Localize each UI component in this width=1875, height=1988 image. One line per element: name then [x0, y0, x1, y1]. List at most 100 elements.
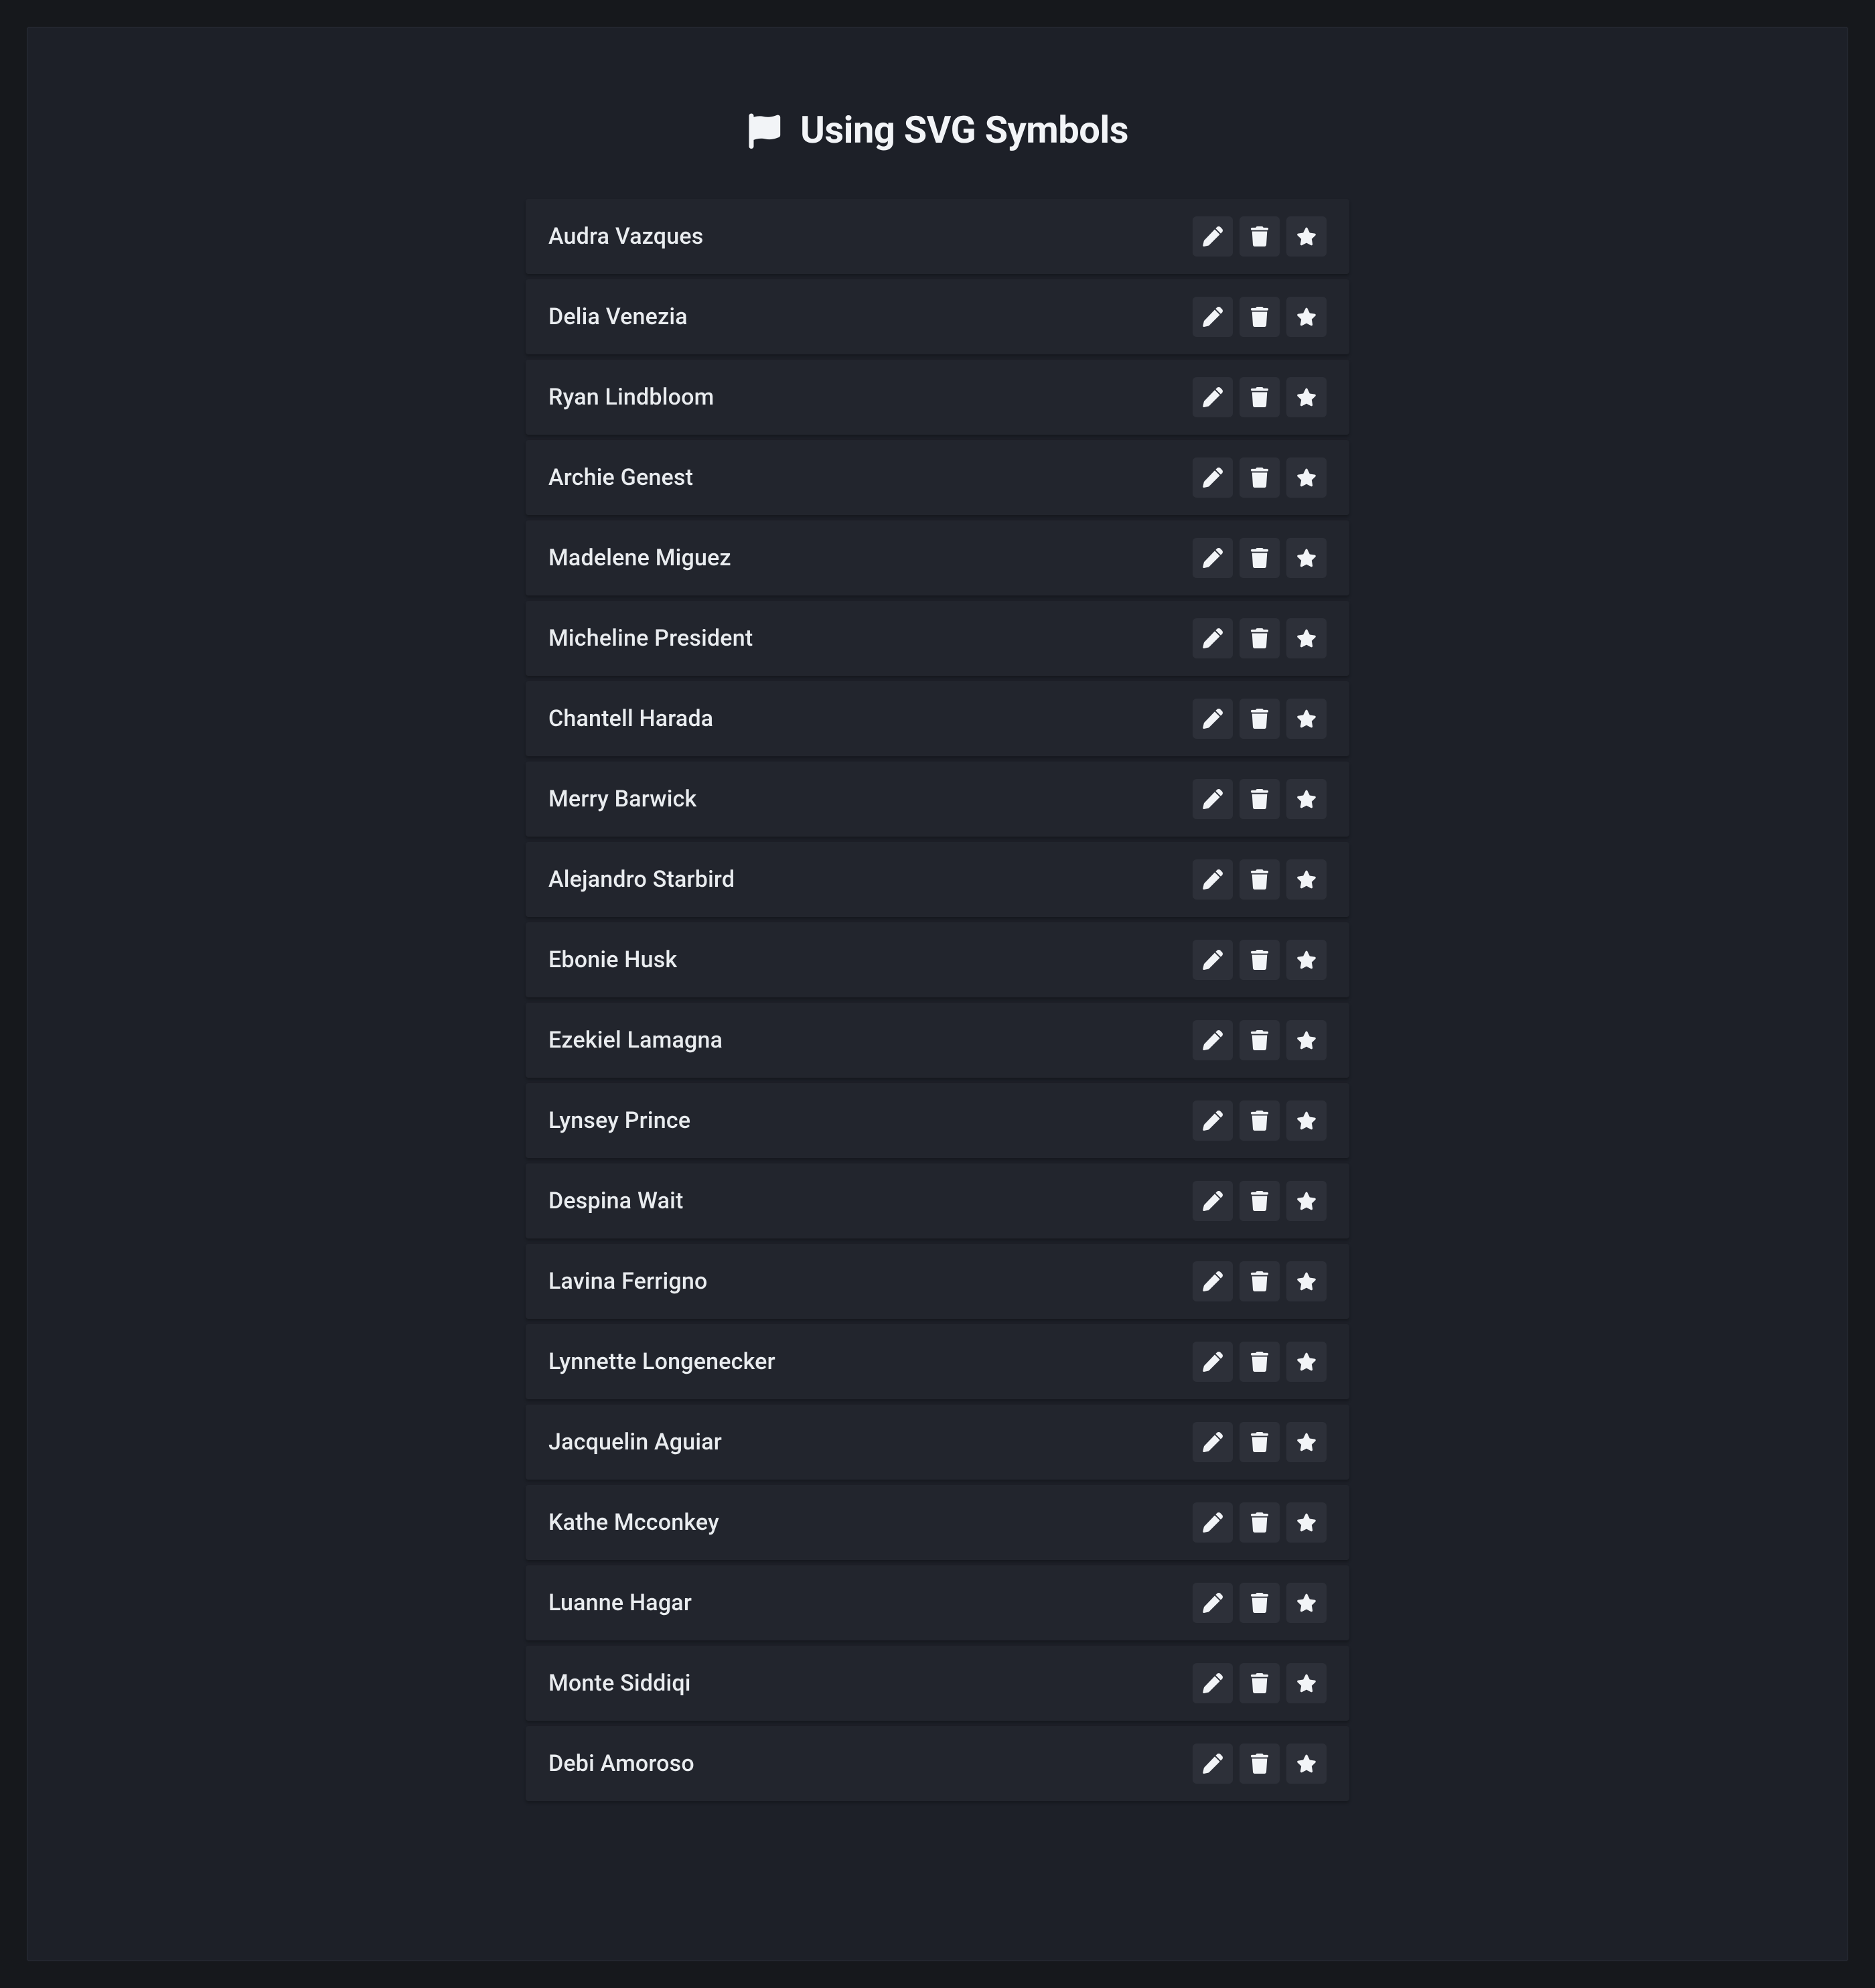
list-item: Lavina Ferrigno: [526, 1244, 1349, 1319]
star-button[interactable]: [1286, 1261, 1327, 1301]
edit-button[interactable]: [1193, 1261, 1233, 1301]
list-item-actions: [1193, 618, 1327, 658]
star-button[interactable]: [1286, 1181, 1327, 1221]
delete-button[interactable]: [1240, 377, 1280, 417]
edit-button[interactable]: [1193, 618, 1233, 658]
star-button[interactable]: [1286, 1100, 1327, 1141]
star-button[interactable]: [1286, 377, 1327, 417]
star-button[interactable]: [1286, 618, 1327, 658]
list-item: Despina Wait: [526, 1163, 1349, 1238]
list-item: Lynsey Prince: [526, 1083, 1349, 1158]
delete-button[interactable]: [1240, 216, 1280, 257]
star-icon: [1296, 1512, 1317, 1533]
delete-button[interactable]: [1240, 940, 1280, 980]
star-icon: [1296, 307, 1317, 327]
trash-icon: [1250, 709, 1270, 729]
trash-icon: [1250, 950, 1270, 970]
star-button[interactable]: [1286, 1583, 1327, 1623]
delete-button[interactable]: [1240, 297, 1280, 337]
list-item-actions: [1193, 859, 1327, 900]
delete-button[interactable]: [1240, 618, 1280, 658]
delete-button[interactable]: [1240, 1100, 1280, 1141]
edit-button[interactable]: [1193, 457, 1233, 498]
trash-icon: [1250, 1030, 1270, 1050]
list-item: Kathe Mcconkey: [526, 1485, 1349, 1560]
star-button[interactable]: [1286, 1744, 1327, 1784]
edit-button[interactable]: [1193, 1100, 1233, 1141]
delete-button[interactable]: [1240, 859, 1280, 900]
list-item: Monte Siddiqi: [526, 1646, 1349, 1721]
pencil-icon: [1203, 1352, 1223, 1372]
delete-button[interactable]: [1240, 1181, 1280, 1221]
list-item-name: Ezekiel Lamagna: [548, 1027, 723, 1054]
edit-button[interactable]: [1193, 377, 1233, 417]
star-icon: [1296, 1191, 1317, 1211]
list-item-name: Kathe Mcconkey: [548, 1509, 719, 1536]
content-container: Using SVG Symbols Audra VazquesDelia Ven…: [526, 108, 1349, 1801]
delete-button[interactable]: [1240, 699, 1280, 739]
delete-button[interactable]: [1240, 1020, 1280, 1060]
list-item: Madelene Miguez: [526, 520, 1349, 595]
edit-button[interactable]: [1193, 1181, 1233, 1221]
list-item-actions: [1193, 538, 1327, 578]
pencil-icon: [1203, 468, 1223, 488]
trash-icon: [1250, 1191, 1270, 1211]
star-button[interactable]: [1286, 216, 1327, 257]
star-icon: [1296, 226, 1317, 246]
edit-button[interactable]: [1193, 216, 1233, 257]
star-button[interactable]: [1286, 699, 1327, 739]
star-button[interactable]: [1286, 940, 1327, 980]
edit-button[interactable]: [1193, 940, 1233, 980]
star-button[interactable]: [1286, 1663, 1327, 1703]
delete-button[interactable]: [1240, 779, 1280, 819]
edit-button[interactable]: [1193, 297, 1233, 337]
pencil-icon: [1203, 1030, 1223, 1050]
delete-button[interactable]: [1240, 1261, 1280, 1301]
edit-button[interactable]: [1193, 1020, 1233, 1060]
edit-button[interactable]: [1193, 699, 1233, 739]
people-list: Audra VazquesDelia VeneziaRyan Lindbloom…: [526, 199, 1349, 1801]
list-item: Archie Genest: [526, 440, 1349, 515]
list-item: Debi Amoroso: [526, 1726, 1349, 1801]
app-frame: Using SVG Symbols Audra VazquesDelia Ven…: [0, 0, 1875, 1988]
list-item-name: Despina Wait: [548, 1188, 684, 1214]
list-item-actions: [1193, 297, 1327, 337]
star-button[interactable]: [1286, 457, 1327, 498]
edit-button[interactable]: [1193, 538, 1233, 578]
star-button[interactable]: [1286, 297, 1327, 337]
delete-button[interactable]: [1240, 1342, 1280, 1382]
pencil-icon: [1203, 1271, 1223, 1291]
delete-button[interactable]: [1240, 1502, 1280, 1543]
star-button[interactable]: [1286, 1422, 1327, 1462]
list-item: Jacquelin Aguiar: [526, 1405, 1349, 1480]
edit-button[interactable]: [1193, 779, 1233, 819]
delete-button[interactable]: [1240, 457, 1280, 498]
list-item-actions: [1193, 1583, 1327, 1623]
star-button[interactable]: [1286, 1020, 1327, 1060]
star-icon: [1296, 709, 1317, 729]
trash-icon: [1250, 628, 1270, 648]
star-button[interactable]: [1286, 538, 1327, 578]
list-item-name: Lynsey Prince: [548, 1107, 690, 1134]
edit-button[interactable]: [1193, 1663, 1233, 1703]
edit-button[interactable]: [1193, 1422, 1233, 1462]
star-button[interactable]: [1286, 859, 1327, 900]
edit-button[interactable]: [1193, 859, 1233, 900]
list-item-name: Jacquelin Aguiar: [548, 1429, 722, 1456]
star-button[interactable]: [1286, 1342, 1327, 1382]
edit-button[interactable]: [1193, 1502, 1233, 1543]
delete-button[interactable]: [1240, 538, 1280, 578]
edit-button[interactable]: [1193, 1342, 1233, 1382]
list-item-name: Ryan Lindbloom: [548, 384, 714, 411]
list-item: Delia Venezia: [526, 279, 1349, 354]
star-button[interactable]: [1286, 779, 1327, 819]
delete-button[interactable]: [1240, 1663, 1280, 1703]
delete-button[interactable]: [1240, 1583, 1280, 1623]
delete-button[interactable]: [1240, 1422, 1280, 1462]
pencil-icon: [1203, 1512, 1223, 1533]
delete-button[interactable]: [1240, 1744, 1280, 1784]
list-item-actions: [1193, 1261, 1327, 1301]
edit-button[interactable]: [1193, 1744, 1233, 1784]
edit-button[interactable]: [1193, 1583, 1233, 1623]
star-button[interactable]: [1286, 1502, 1327, 1543]
